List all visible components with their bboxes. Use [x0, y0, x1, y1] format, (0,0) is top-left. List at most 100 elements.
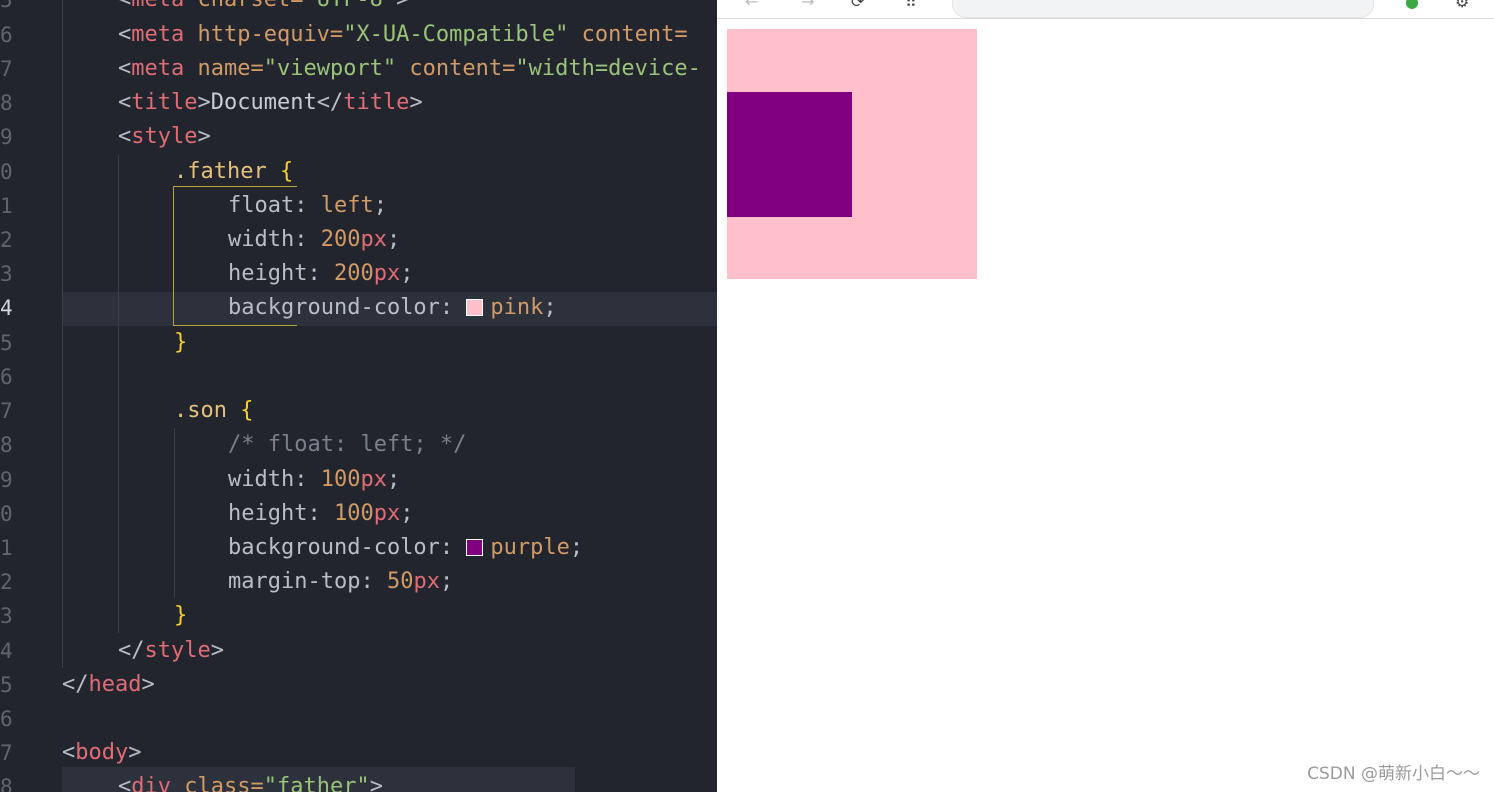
code-token: ;: [543, 295, 557, 320]
father-box: [727, 29, 977, 279]
code-line: }: [0, 599, 717, 633]
son-box: [727, 92, 852, 217]
code-token: >: [210, 638, 224, 663]
code-token: <: [118, 90, 132, 115]
code-token: background-color:: [228, 535, 467, 560]
code-token: <: [62, 740, 76, 765]
code-editor[interactable]: 5 6 7 8 9 0 1 2 3 4 5 6 7 8 9 0 1 2 3 4 …: [0, 0, 717, 792]
code-token: </: [62, 672, 89, 697]
code-line: <meta http-equiv="X-UA-Compatible" conte…: [0, 18, 717, 52]
color-swatch-pink[interactable]: [466, 299, 484, 316]
code-token: 100: [333, 501, 374, 526]
code-token: http-equiv=: [184, 22, 344, 47]
code-token: {: [226, 398, 254, 423]
code-token: </: [118, 638, 145, 663]
code-token: ;: [439, 569, 454, 594]
code-token: <: [118, 56, 132, 81]
code-token: >: [409, 90, 423, 115]
apps-icon[interactable]: ⠿: [905, 0, 917, 11]
code-token: 200: [320, 227, 361, 252]
code-token: >: [396, 0, 409, 12]
code-token: style: [144, 638, 211, 663]
code-token: px: [360, 467, 387, 492]
code-token: >: [128, 740, 142, 765]
browser-toolbar: ← → ⟳ ⠿ ● ⚙: [717, 0, 1494, 19]
code-line: height: 100px;: [0, 497, 717, 531]
code-line: height: 200px;: [0, 257, 717, 291]
code-token: ;: [400, 501, 414, 526]
forward-icon[interactable]: →: [801, 0, 814, 11]
code-token: pink: [490, 295, 544, 320]
code-token: width:: [228, 467, 321, 492]
code-line: .son {: [0, 394, 717, 428]
code-line: width: 100px;: [0, 463, 717, 497]
code-token: style: [131, 124, 198, 149]
code-line: margin-top: 50px;: [0, 565, 717, 599]
code-token: 50: [386, 569, 414, 594]
code-token: meta: [131, 56, 185, 81]
code-token: title: [343, 90, 410, 115]
code-token: }: [174, 603, 188, 628]
browser-preview: ← → ⟳ ⠿ ● ⚙ CSDN @萌新小白～～: [717, 0, 1494, 792]
code-comment: /* float: left; */: [228, 432, 467, 457]
code-line: <meta charset="UTF-8">: [0, 0, 717, 17]
code-token: left: [320, 193, 374, 218]
code-token: <: [118, 0, 131, 12]
code-token: }: [174, 330, 188, 355]
code-token: purple: [490, 535, 570, 560]
code-token: <: [118, 124, 132, 149]
code-token: px: [360, 227, 387, 252]
code-token: meta: [131, 22, 185, 47]
code-line: /* float: left; */: [0, 428, 717, 462]
code-token: <: [118, 774, 132, 792]
code-token: height:: [228, 261, 334, 286]
line-number: 6: [0, 365, 13, 389]
code-token: 100: [320, 467, 361, 492]
reload-icon[interactable]: ⟳: [851, 0, 864, 11]
code-token: meta: [131, 0, 184, 12]
rendered-page: [717, 19, 1494, 792]
code-token: ;: [400, 261, 414, 286]
code-token: body: [75, 740, 129, 765]
code-line: </style>: [0, 634, 717, 668]
code-token: <: [118, 22, 132, 47]
code-token: "X-UA-Compatible": [343, 22, 569, 47]
code-line: <style>: [0, 120, 717, 154]
extension-icon[interactable]: ●: [1405, 0, 1419, 11]
code-line: background-color: purple;: [0, 531, 717, 565]
watermark: CSDN @萌新小白～～: [1307, 764, 1480, 784]
code-token: >: [197, 124, 211, 149]
address-bar[interactable]: [952, 0, 1374, 18]
color-swatch-purple[interactable]: [466, 539, 484, 556]
code-token: {: [266, 159, 294, 184]
code-token: name=: [184, 56, 264, 81]
code-token: class=: [171, 774, 264, 792]
code-line: <body>: [0, 736, 717, 770]
code-token: ;: [386, 227, 401, 252]
code-token: </: [316, 90, 344, 115]
code-token: Document: [210, 90, 317, 115]
code-line: }: [0, 326, 717, 360]
code-token: ;: [386, 467, 401, 492]
code-token: .son: [174, 398, 227, 423]
back-icon[interactable]: ←: [745, 0, 758, 11]
code-token: "father": [263, 774, 370, 792]
code-token: px: [413, 569, 440, 594]
code-token: ;: [373, 193, 387, 218]
code-token: >: [369, 774, 383, 792]
code-line: width: 200px;: [0, 223, 717, 257]
code-token: px: [373, 261, 401, 286]
code-token: content=: [396, 56, 516, 81]
code-token: >: [141, 672, 155, 697]
code-token: .father: [174, 159, 267, 184]
code-token: 200: [333, 261, 374, 286]
code-token: "UTF-8": [303, 0, 396, 12]
code-token: "viewport": [263, 56, 397, 81]
code-line: </head>: [0, 668, 717, 702]
code-line: float: left;: [0, 189, 717, 223]
code-token: background-color:: [228, 295, 467, 320]
code-token: ;: [569, 535, 584, 560]
code-token: float:: [228, 193, 321, 218]
settings-icon[interactable]: ⚙: [1455, 0, 1469, 11]
code-line: .father {: [0, 155, 717, 189]
